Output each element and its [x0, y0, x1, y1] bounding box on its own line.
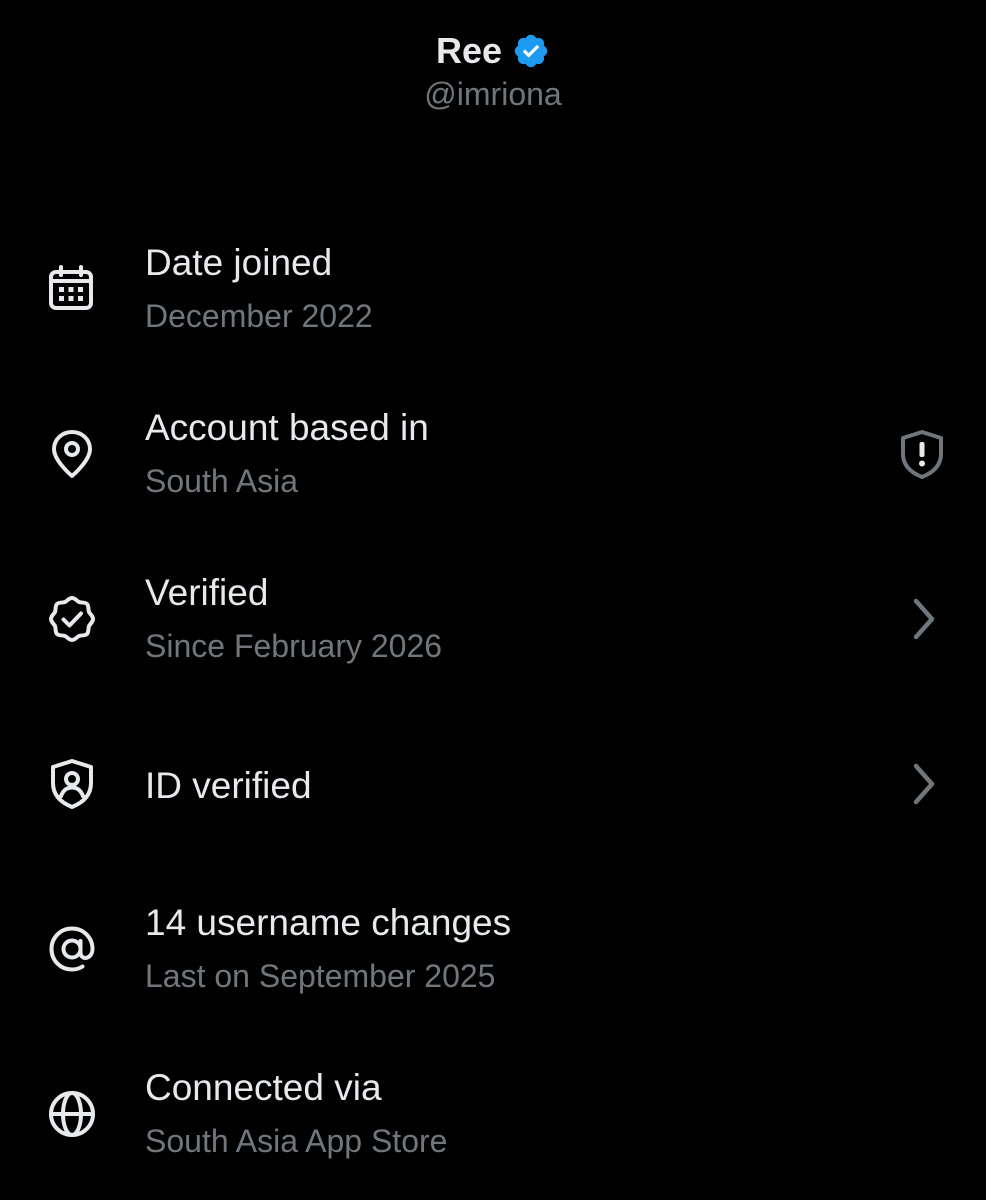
calendar-icon — [44, 261, 100, 317]
row-title: 14 username changes — [145, 902, 512, 943]
globe-icon — [44, 1086, 100, 1142]
row-subtitle: South Asia App Store — [145, 1123, 448, 1159]
username-changes-row: 14 username changes Last on September 20… — [0, 890, 986, 1010]
shield-alert-icon[interactable] — [894, 426, 950, 482]
row-subtitle: South Asia — [145, 463, 298, 499]
connected-via-row: Connected via South Asia App Store — [0, 1055, 986, 1175]
chevron-right-icon[interactable] — [894, 756, 950, 812]
row-title: Verified — [145, 572, 269, 613]
row-title: Connected via — [145, 1067, 382, 1108]
verified-badge-icon — [512, 32, 550, 70]
id-verified-row[interactable]: ID verified — [0, 725, 986, 845]
location-pin-icon — [44, 426, 100, 482]
row-subtitle: December 2022 — [145, 298, 373, 334]
handle: @imriona — [424, 76, 562, 112]
profile-header: Ree @imriona — [0, 28, 986, 114]
chevron-right-icon[interactable] — [894, 591, 950, 647]
row-subtitle: Since February 2026 — [145, 628, 443, 664]
row-title: Account based in — [145, 407, 429, 448]
row-title: ID verified — [145, 765, 312, 806]
row-subtitle: Last on September 2025 — [145, 958, 496, 994]
verified-row[interactable]: Verified Since February 2026 — [0, 560, 986, 680]
account-based-in-row: Account based in South Asia — [0, 395, 986, 515]
id-shield-icon — [44, 756, 100, 812]
name-row: Ree — [0, 28, 986, 74]
display-name: Ree — [435, 30, 503, 71]
at-sign-icon — [44, 921, 100, 977]
verified-seal-icon — [44, 591, 100, 647]
date-joined-row: Date joined December 2022 — [0, 230, 986, 350]
row-title: Date joined — [145, 242, 333, 283]
